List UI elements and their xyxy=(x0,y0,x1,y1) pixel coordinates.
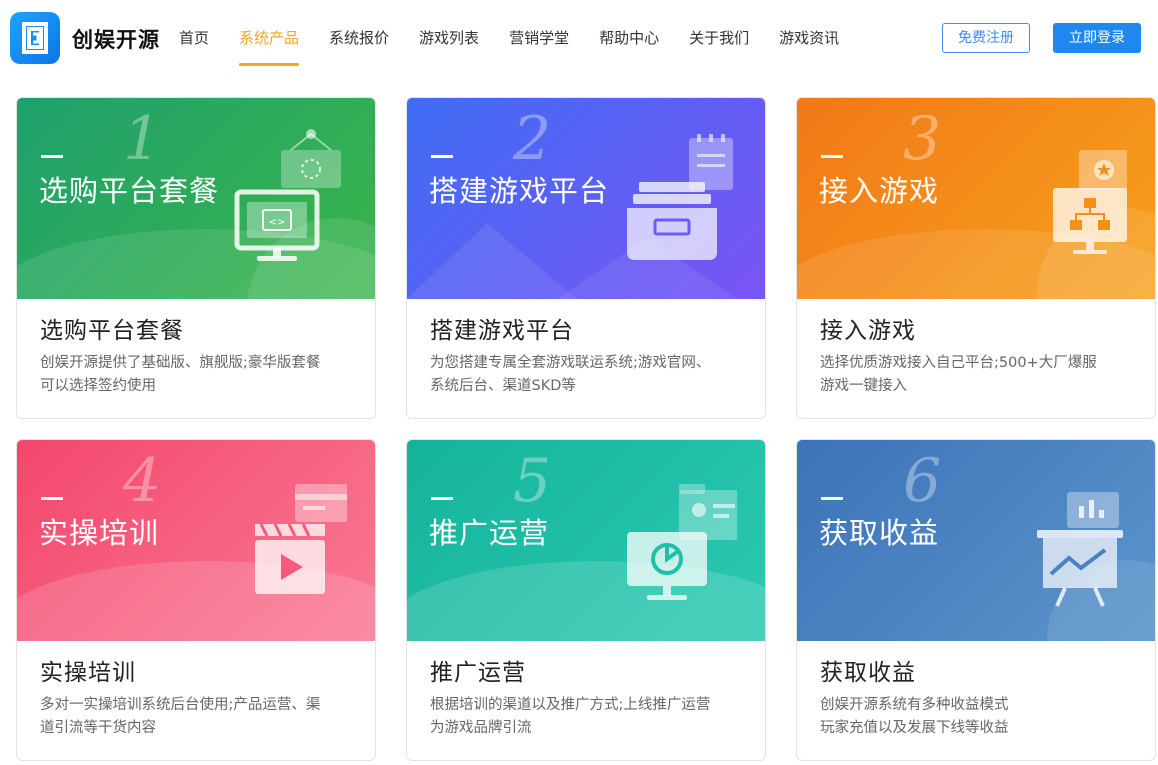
card-buy-package[interactable]: 1 选购平台套餐 <> 选购平台套餐 创娱开源提供了基础版、旗舰版;豪华版套餐可… xyxy=(16,97,376,419)
card-build-platform[interactable]: 2 搭建游戏平台 搭建游戏平台 为您搭建专属全套游戏联运系统;游戏官网、 系统后台… xyxy=(406,97,766,419)
banner-title: 接入游戏 xyxy=(819,174,940,208)
easel-chart-icon xyxy=(1037,492,1123,607)
nav-item-about[interactable]: 关于我们 xyxy=(689,0,749,78)
card-description: 创娱开源系统有多种收益模式 玩家充值以及发展下线等收益 xyxy=(820,697,1009,736)
banner-title: 推广运营 xyxy=(429,516,550,550)
step-number: 6 xyxy=(903,446,942,516)
main-nav: 首页 系统产品 系统报价 游戏列表 营销学堂 帮助中心 关于我们 游戏资讯 xyxy=(179,0,869,78)
card-title: 实操培训 xyxy=(40,660,136,686)
cabinet-icon xyxy=(627,134,733,260)
card-description: 为您搭建专属全套游戏联运系统;游戏官网、 系统后台、渠道SKD等 xyxy=(430,355,711,394)
nav-item-news[interactable]: 游戏资讯 xyxy=(779,0,839,78)
card-training[interactable]: 4 实操培训 实操培训 多对一实操培训系统后台使用;产品运营、渠 道引流等干货内容 xyxy=(16,439,376,761)
card-title: 接入游戏 xyxy=(820,318,916,344)
card-title: 获取收益 xyxy=(820,660,916,686)
logo-icon[interactable] xyxy=(10,12,60,64)
nav-item-games[interactable]: 游戏列表 xyxy=(419,0,479,78)
nav-item-marketing[interactable]: 营销学堂 xyxy=(509,0,569,78)
card-title: 搭建游戏平台 xyxy=(430,318,574,344)
banner-title: 搭建游戏平台 xyxy=(429,174,610,208)
monitor-chart-icon xyxy=(627,484,737,600)
card-banner: 3 接入游戏 xyxy=(797,98,1155,299)
card-description: 创娱开源提供了基础版、旗舰版;豪华版套餐 可以选择签约使用 xyxy=(40,355,321,394)
card-banner: 4 实操培训 xyxy=(17,440,375,641)
card-title: 选购平台套餐 xyxy=(40,318,184,344)
video-clapper-icon xyxy=(255,484,347,594)
monitor-code-icon: <> xyxy=(234,129,341,261)
brand-name[interactable]: 创娱开源 xyxy=(72,24,160,54)
top-header: 创娱开源 首页 系统产品 系统报价 游戏列表 营销学堂 帮助中心 关于我们 游戏… xyxy=(0,0,1158,78)
card-title: 推广运营 xyxy=(430,660,526,686)
nav-item-products[interactable]: 系统产品 xyxy=(239,0,300,78)
nav-item-help[interactable]: 帮助中心 xyxy=(599,0,659,78)
step-number: 4 xyxy=(123,446,162,516)
banner-title: 实操培训 xyxy=(39,516,160,550)
card-banner: 1 选购平台套餐 <> xyxy=(17,98,375,299)
card-description: 选择优质游戏接入自己平台;500+大厂爆服 游戏一键接入 xyxy=(820,355,1097,394)
login-button[interactable]: 立即登录 xyxy=(1053,23,1141,53)
card-promotion[interactable]: 5 推广运营 推广运营 根据培训的渠道以及推广方式;上线推广运营 为游戏品牌引流 xyxy=(406,439,766,761)
network-monitor-icon xyxy=(1053,150,1127,254)
step-number: 3 xyxy=(903,104,942,174)
card-description: 根据培训的渠道以及推广方式;上线推广运营 为游戏品牌引流 xyxy=(430,697,711,736)
banner-title: 选购平台套餐 xyxy=(39,174,220,208)
card-banner: 6 获取收益 xyxy=(797,440,1155,641)
card-banner: 2 搭建游戏平台 xyxy=(407,98,765,299)
svg-text:<>: <> xyxy=(269,217,286,228)
card-description: 多对一实操培训系统后台使用;产品运营、渠 道引流等干货内容 xyxy=(40,697,321,736)
banner-title: 获取收益 xyxy=(819,516,940,550)
register-button[interactable]: 免费注册 xyxy=(942,23,1030,53)
step-number: 5 xyxy=(513,446,552,516)
card-access-games[interactable]: 3 接入游戏 接入游戏 选择优质游戏接入自己平台;500+大厂爆服 游戏一键接入 xyxy=(796,97,1156,419)
nav-item-home[interactable]: 首页 xyxy=(179,0,209,78)
step-number: 2 xyxy=(513,104,552,174)
step-number: 1 xyxy=(123,104,162,174)
nav-item-pricing[interactable]: 系统报价 xyxy=(329,0,389,78)
card-banner: 5 推广运营 xyxy=(407,440,765,641)
card-revenue[interactable]: 6 获取收益 获取收益 创娱开源系统有多种收益模式 玩家充值以及发展下线等收益 xyxy=(796,439,1156,761)
